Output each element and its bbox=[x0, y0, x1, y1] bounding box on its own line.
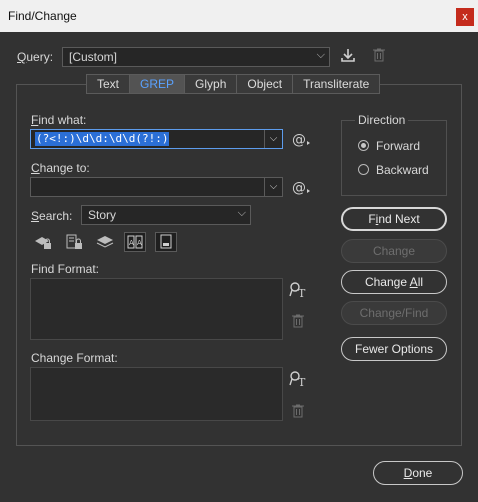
include-footnotes-icon[interactable] bbox=[155, 232, 177, 252]
direction-group bbox=[341, 120, 447, 196]
search-value: Story bbox=[88, 208, 117, 222]
close-button[interactable]: x bbox=[456, 8, 474, 26]
change-to-input[interactable]: ⌵ bbox=[30, 177, 283, 197]
save-query-icon[interactable] bbox=[339, 47, 357, 67]
tab-text[interactable]: Text bbox=[87, 75, 131, 93]
svg-text:@: @ bbox=[292, 180, 306, 196]
special-characters-icon[interactable]: @ bbox=[291, 130, 311, 150]
find-what-input[interactable]: (?<!:)\d\d:\d\d(?!:) ⌵ bbox=[30, 129, 283, 149]
svg-text:T: T bbox=[298, 287, 306, 299]
change-format-box[interactable] bbox=[30, 367, 283, 421]
include-locked-layers-icon[interactable] bbox=[34, 233, 52, 251]
search-label: Search: bbox=[31, 209, 73, 223]
search-select[interactable]: Story ⌵ bbox=[81, 205, 251, 225]
find-next-button[interactable]: Find Next bbox=[341, 207, 447, 231]
fewer-options-button[interactable]: Fewer Options bbox=[341, 337, 447, 361]
direction-title: Direction bbox=[355, 113, 409, 127]
tab-bar: Text GREP Glyph Object Transliterate bbox=[86, 74, 381, 94]
find-format-box[interactable] bbox=[30, 278, 283, 340]
change-to-label: Change to: bbox=[31, 161, 90, 175]
backward-radio[interactable] bbox=[358, 164, 369, 175]
tab-object[interactable]: Object bbox=[237, 75, 294, 93]
svg-text:T: T bbox=[298, 376, 306, 388]
find-what-label: Find what: bbox=[31, 113, 87, 127]
tab-glyph[interactable]: Glyph bbox=[185, 75, 238, 93]
find-what-value: (?<!:)\d\d:\d\d(?!:) bbox=[35, 132, 170, 146]
specify-format-icon[interactable]: T bbox=[289, 370, 307, 389]
delete-query-icon[interactable] bbox=[370, 47, 388, 67]
change-find-button[interactable]: Change/Find bbox=[341, 301, 447, 325]
title-bar: Find/Change x bbox=[0, 0, 478, 32]
tab-transliterate[interactable]: Transliterate bbox=[293, 75, 379, 93]
svg-text:@: @ bbox=[292, 132, 306, 148]
include-master-pages-icon[interactable]: AA bbox=[124, 232, 146, 252]
svg-text:A: A bbox=[137, 239, 142, 247]
include-hidden-layers-icon[interactable] bbox=[96, 233, 114, 251]
forward-radio[interactable] bbox=[358, 140, 369, 151]
find-format-label: Find Format: bbox=[31, 262, 100, 276]
chevron-down-icon: ⌵ bbox=[237, 207, 246, 219]
clear-format-icon[interactable] bbox=[290, 313, 306, 329]
backward-label[interactable]: Backward bbox=[376, 163, 429, 177]
forward-label[interactable]: Forward bbox=[376, 139, 420, 153]
include-locked-stories-icon[interactable] bbox=[65, 233, 83, 251]
change-format-label: Change Format: bbox=[31, 351, 118, 365]
chevron-down-icon[interactable]: ⌵ bbox=[264, 130, 282, 148]
svg-text:A: A bbox=[129, 239, 134, 247]
chevron-down-icon[interactable]: ⌵ bbox=[264, 178, 282, 196]
query-value: [Custom] bbox=[69, 50, 118, 64]
chevron-down-icon: ⌵ bbox=[316, 49, 325, 61]
change-button[interactable]: Change bbox=[341, 239, 447, 263]
query-select[interactable]: [Custom] ⌵ bbox=[62, 47, 330, 67]
change-all-button[interactable]: Change All bbox=[341, 270, 447, 294]
specify-format-icon[interactable]: T bbox=[289, 281, 307, 300]
query-label: Query: bbox=[17, 50, 54, 64]
special-characters-icon[interactable]: @ bbox=[291, 178, 311, 198]
tab-grep[interactable]: GREP bbox=[130, 75, 186, 93]
window-title: Find/Change bbox=[8, 9, 77, 23]
clear-format-icon[interactable] bbox=[290, 403, 306, 419]
done-button[interactable]: Done bbox=[373, 461, 463, 485]
